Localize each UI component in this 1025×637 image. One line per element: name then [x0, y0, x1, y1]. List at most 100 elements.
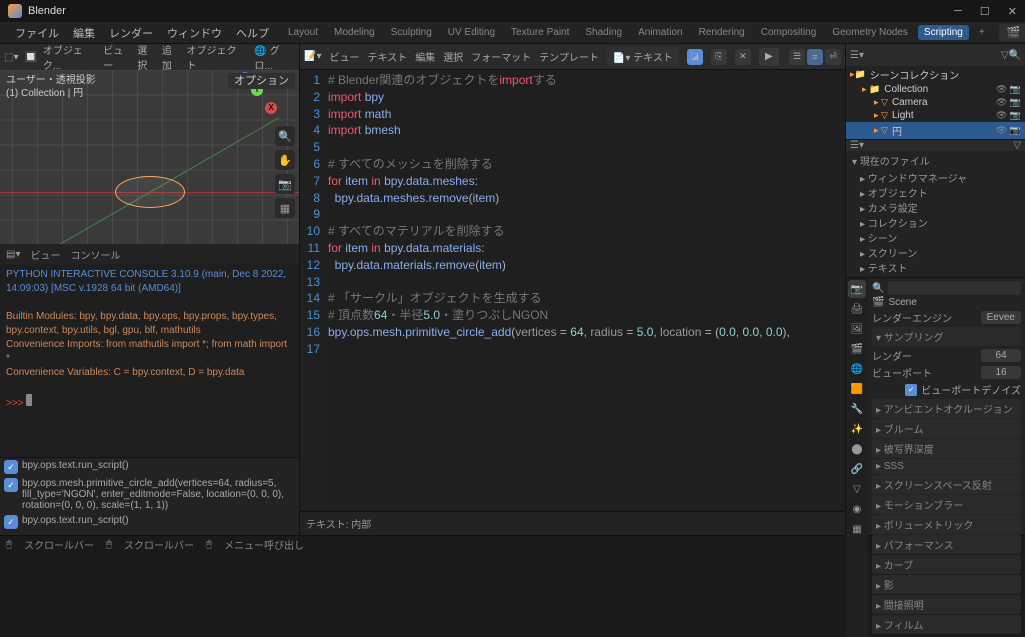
3d-viewport[interactable]: ⬚▾ 🔲 オブジェク... ビュー 選択 追加 オブジェクト 🌐 グロ... オ… — [0, 44, 299, 244]
tab-uv[interactable]: UV Editing — [442, 25, 501, 40]
props-section[interactable]: ▸ ボリューメトリック — [872, 515, 1021, 534]
filter-icon[interactable]: ▽ — [1013, 140, 1021, 151]
tab-add[interactable]: + — [973, 25, 991, 40]
syntax-highlight-toggle[interactable]: ≡ — [807, 49, 823, 65]
visibility-toggles[interactable]: 👁 📷 — [996, 125, 1021, 136]
editor-type-text-icon[interactable]: 📝▾ — [304, 51, 321, 62]
tab-compositing[interactable]: Compositing — [755, 25, 823, 40]
python-console[interactable]: PYTHON INTERACTIVE CONSOLE 3.10.9 (main,… — [0, 264, 299, 457]
prop-tab-modifiers[interactable]: 🔧 — [848, 400, 866, 418]
prop-tab-texture[interactable]: ▦ — [848, 520, 866, 538]
props-section[interactable]: ▸ スクリーンスペース反射 — [872, 475, 1021, 494]
te-menu-edit[interactable]: 編集 — [415, 49, 435, 64]
copies-icon[interactable]: ⎘ — [711, 49, 727, 65]
props-type-icon[interactable]: ☰▾ — [850, 140, 864, 151]
tab-geonodes[interactable]: Geometry Nodes — [826, 25, 914, 40]
tab-rendering[interactable]: Rendering — [693, 25, 751, 40]
denoise-checkbox[interactable]: ✓ — [905, 384, 917, 396]
tab-texpaint[interactable]: Texture Paint — [505, 25, 575, 40]
tab-layout[interactable]: Layout — [282, 25, 324, 40]
tab-shading[interactable]: Shading — [579, 25, 628, 40]
minimize-button[interactable]: ─ — [954, 5, 962, 18]
zoom-icon[interactable]: 🔍 — [275, 126, 295, 146]
text-datablock[interactable]: 📄▾ テキスト — [607, 47, 679, 66]
te-menu-view[interactable]: ビュー — [329, 49, 359, 64]
sampling-section[interactable]: ▾ サンプリング — [872, 327, 1021, 346]
shield-icon[interactable]: ◪ — [687, 49, 703, 65]
outliner-root[interactable]: シーンコレクション — [870, 67, 960, 82]
te-menu-template[interactable]: テンプレート — [539, 49, 599, 64]
viewport-samples-value[interactable]: 16 — [981, 366, 1021, 379]
vp-menu-add[interactable]: 追加 — [162, 44, 181, 72]
vp-menu-select[interactable]: 選択 — [137, 44, 156, 72]
props-section[interactable]: ▸ 被写界深度 — [872, 439, 1021, 458]
search-icon[interactable]: 🔍 — [1009, 50, 1021, 61]
props-tree-item[interactable]: ▸ テキスト — [860, 260, 1025, 275]
props-section[interactable]: ▸ モーションブラー — [872, 495, 1021, 514]
orientation-selector[interactable]: 🌐 グロ... — [254, 44, 295, 72]
props-tree-item[interactable]: ▸ オブジェクト — [860, 185, 1025, 200]
outliner-type-icon[interactable]: ☰▾ — [850, 50, 864, 61]
props-tree-item[interactable]: ▸ シーン — [860, 230, 1025, 245]
menu-window[interactable]: ウィンドウ — [162, 23, 227, 43]
render-engine-value[interactable]: Eevee — [981, 311, 1021, 324]
outliner-item[interactable]: ▸ ▽ Light 👁 📷 — [846, 109, 1025, 122]
perspective-icon[interactable]: ▦ — [275, 198, 295, 218]
props-search[interactable] — [888, 281, 1021, 295]
props-section[interactable]: ▸ 影 — [872, 575, 1021, 594]
menu-edit[interactable]: 編集 — [68, 23, 100, 43]
prop-tab-physics[interactable]: ⬤ — [848, 440, 866, 458]
visibility-toggles[interactable]: 👁 📷 — [996, 110, 1021, 121]
line-numbers-toggle[interactable]: ☰ — [789, 49, 805, 65]
circle-object[interactable] — [115, 176, 185, 208]
scene-selector[interactable]: 🎬Scene — [999, 24, 1025, 41]
render-samples-value[interactable]: 64 — [981, 349, 1021, 362]
filter-icon[interactable]: ▽ — [1001, 50, 1009, 61]
te-menu-select[interactable]: 選択 — [443, 49, 463, 64]
editor-type-console-icon[interactable]: ▤▾ — [6, 249, 20, 260]
props-tree-item[interactable]: ▸ コレクション — [860, 215, 1025, 230]
vp-menu-view[interactable]: ビュー — [103, 44, 131, 72]
search-icon[interactable]: 🔍 — [872, 283, 884, 294]
menu-render[interactable]: レンダー — [104, 23, 158, 43]
prop-tab-constraints[interactable]: 🔗 — [848, 460, 866, 478]
props-section[interactable]: ▸ 間接照明 — [872, 595, 1021, 614]
editor-type-icon[interactable]: ⬚▾ — [4, 52, 18, 63]
props-section[interactable]: ▸ フィルム — [872, 615, 1021, 634]
visibility-toggles[interactable]: 👁 📷 — [996, 84, 1021, 95]
menu-help[interactable]: ヘルプ — [231, 23, 274, 43]
console-menu-console[interactable]: コンソール — [70, 247, 120, 262]
props-section[interactable]: ▸ SSS — [872, 459, 1021, 474]
prop-tab-viewlayer[interactable]: 🖼 — [848, 320, 866, 338]
outliner-item[interactable]: ▸ 📁 Collection 👁 📷 — [846, 83, 1025, 96]
prop-tab-scene[interactable]: 🎬 — [848, 340, 866, 358]
props-tree-item[interactable]: ▸ スクリーン — [860, 245, 1025, 260]
props-tree-item[interactable]: ▸ ウィンドウマネージャ — [860, 170, 1025, 185]
tab-modeling[interactable]: Modeling — [328, 25, 381, 40]
prop-tab-render[interactable]: 📷 — [848, 280, 866, 298]
gizmo-x[interactable]: X — [265, 102, 277, 114]
tab-scripting[interactable]: Scripting — [918, 25, 969, 40]
prop-tab-world[interactable]: 🌐 — [848, 360, 866, 378]
prop-tab-particles[interactable]: ✨ — [848, 420, 866, 438]
prop-tab-material[interactable]: ◉ — [848, 500, 866, 518]
code-area[interactable]: # Blender関連のオブジェクトをimportするimport bpyimp… — [324, 70, 845, 511]
props-section[interactable]: ▸ アンビエントオクルージョン — [872, 399, 1021, 418]
mode-selector[interactable]: オブジェク... — [43, 44, 97, 72]
options-dropdown[interactable]: オプション — [228, 73, 295, 89]
vp-menu-object[interactable]: オブジェクト — [187, 44, 243, 72]
te-menu-text[interactable]: テキスト — [367, 49, 407, 64]
unlink-icon[interactable]: ✕ — [735, 49, 751, 65]
console-menu-view[interactable]: ビュー — [30, 247, 60, 262]
camera-view-icon[interactable]: 📷 — [275, 174, 295, 194]
visibility-toggles[interactable]: 👁 📷 — [996, 97, 1021, 108]
word-wrap-toggle[interactable]: ⏎ — [825, 49, 841, 65]
maximize-button[interactable]: ☐ — [980, 5, 990, 18]
props-section[interactable]: ▸ ブルーム — [872, 419, 1021, 438]
props-section[interactable]: ▸ カーブ — [872, 555, 1021, 574]
outliner-item[interactable]: ▸ ▽ 円 👁 📷 — [846, 122, 1025, 139]
prop-tab-output[interactable]: 🖨 — [848, 300, 866, 318]
tab-animation[interactable]: Animation — [632, 25, 688, 40]
te-menu-format[interactable]: フォーマット — [471, 49, 531, 64]
tab-sculpting[interactable]: Sculpting — [385, 25, 438, 40]
